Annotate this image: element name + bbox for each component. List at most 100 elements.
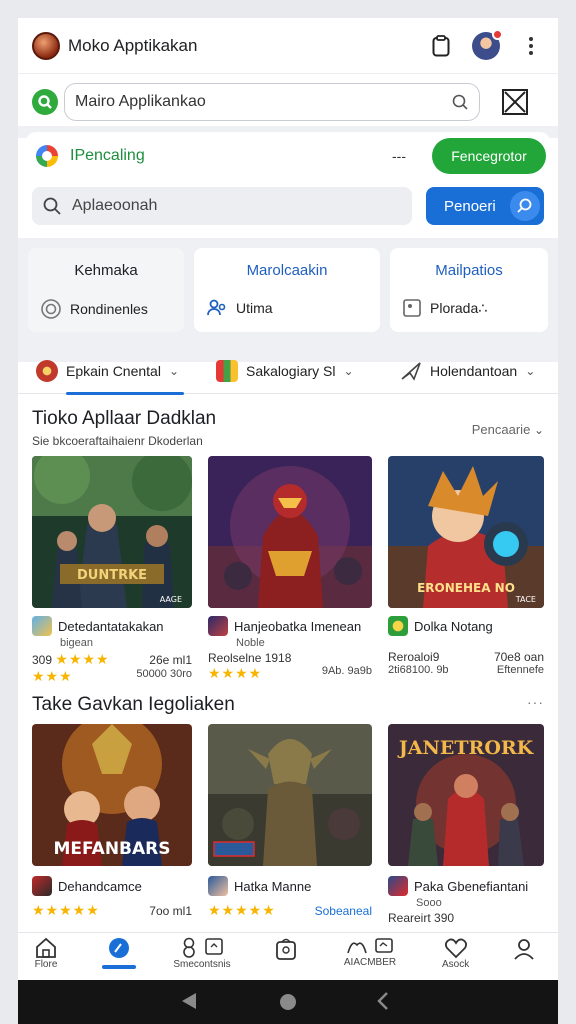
bottom-navigation: Flore Smecontsnis AIACMBER Asock — [18, 932, 558, 980]
back-triangle-icon[interactable] — [180, 992, 198, 1015]
app-card-image[interactable] — [208, 456, 372, 608]
app-card-info: Dolka Notang Reroaloi9 70e8 oan 2ti68100.… — [388, 616, 544, 676]
more-vert-icon[interactable] — [518, 33, 544, 59]
top-bar: Moko Apptikakan — [18, 18, 558, 74]
app-screen: Moko Apptikakan Mairo Applikankao IPenca… — [18, 18, 558, 980]
app-name[interactable]: Dehandcamce — [58, 879, 142, 894]
tile-sub: Plorada∴ — [430, 299, 488, 316]
star-rating-icon: ★★★ — [32, 668, 73, 684]
nav-profile[interactable] — [512, 937, 536, 961]
search-input[interactable]: Mairo Applikankao — [64, 83, 480, 121]
app-extra: 50000 30ro — [136, 668, 192, 680]
app-card-image[interactable]: JANETRORK — [388, 724, 544, 866]
app-card-image[interactable]: ERONEHEA NO TACE — [388, 456, 544, 608]
image-icon — [403, 299, 421, 317]
star-rating-icon: ★★★★★ — [208, 902, 276, 918]
nav-library[interactable] — [274, 937, 298, 961]
app-developer: Noble — [236, 637, 265, 649]
app-icon — [208, 876, 228, 896]
app-card-image[interactable] — [208, 724, 372, 866]
chat-icon — [375, 938, 393, 953]
section-title: Take Gavkan Iegoliaken — [32, 694, 235, 715]
nav-apps[interactable] — [106, 937, 132, 961]
tile-title: Marolcaakin — [246, 262, 328, 279]
promo-search-button[interactable]: Penoeri — [426, 187, 544, 225]
app-card-info: Hanjeobatka Imenean Noble Reolselne 1918… — [208, 616, 372, 681]
see-more-label: Pencaarie — [471, 422, 531, 437]
category-tile-1[interactable]: Kehmaka Rondinenles — [28, 248, 184, 332]
app-extra-right: 9Ab. 9a9b — [321, 665, 372, 677]
app-name[interactable]: Paka Gbenefiantani — [414, 879, 528, 894]
category-tile-3[interactable]: Mailpatios Plorada∴ — [390, 248, 548, 332]
app-card-info: Hatka Manne ★★★★★ Sobeaneal — [208, 876, 372, 936]
active-nav-indicator — [102, 965, 136, 969]
filter-chip-3[interactable]: Holendantoan ⌄ — [400, 348, 535, 394]
search-icon — [43, 197, 61, 215]
clipboard-icon[interactable] — [428, 33, 454, 59]
app-name[interactable]: Detedantatakakan — [58, 619, 164, 634]
nav-games[interactable]: AIACMBER — [340, 937, 400, 968]
nav-label: AIACMBER — [343, 957, 397, 968]
section-see-more-link[interactable]: Pencaarie ⌄ — [472, 422, 544, 437]
star-rating-icon: ★★★★ — [55, 651, 110, 667]
gamepad-icon — [347, 942, 367, 954]
heart-icon — [444, 938, 467, 959]
chevron-down-icon: ⌄ — [343, 364, 354, 378]
close-icon[interactable] — [502, 89, 528, 115]
card-badge: TACE — [515, 595, 536, 604]
app-name[interactable]: Dolka Notang — [414, 619, 493, 634]
chevron-down-icon: ⌄ — [168, 364, 180, 378]
search-logo-icon[interactable] — [32, 89, 58, 115]
chevron-down-icon: ⌄ — [533, 423, 544, 437]
filter-chip-1[interactable]: Epkain Cnental ⌄ — [36, 348, 179, 394]
app-card-info: Dehandcamce ★★★★★ 7oo ml1 — [32, 876, 192, 936]
category-tile-2[interactable]: Marolcaakin Utima — [194, 248, 380, 332]
filter-label: Epkain Cnental — [66, 363, 161, 379]
app-extra: Reroaloi9 — [388, 650, 440, 664]
app-name[interactable]: Hanjeobatka Imenean — [234, 619, 361, 634]
avatar[interactable] — [472, 28, 503, 60]
app-icon — [208, 616, 228, 636]
promo-search-button-label: Penoeri — [444, 197, 496, 215]
filter-chip-2[interactable]: Sakalogiary Sl ⌄ — [216, 348, 354, 394]
nav-favorites[interactable]: Asock — [442, 937, 469, 970]
app-card-info: Paka Gbenefiantani Sooo Reareirt 390 — [388, 876, 544, 936]
chevron-left-icon[interactable] — [376, 992, 390, 1015]
brand-icon — [36, 145, 58, 167]
app-developer: Sooo — [416, 897, 442, 909]
tile-sub: Utima — [236, 300, 273, 316]
promo-action-button[interactable]: Fencegrotor — [432, 138, 546, 174]
bag-icon — [276, 938, 296, 960]
search-icon — [510, 191, 540, 221]
app-card-info: Detedantatakakan bigean 309 ★★★★ 26e ml1 … — [32, 616, 192, 684]
app-icon — [388, 876, 408, 896]
promo-card: IPencaling --- Fencegrotor Aplaeoonah Pe… — [26, 132, 550, 242]
active-filter-indicator — [66, 392, 184, 395]
app-rating: 309 — [32, 653, 53, 667]
more-horiz-icon[interactable]: ··· — [527, 694, 544, 710]
nav-search[interactable]: Smecontsnis — [170, 937, 234, 970]
app-name[interactable]: Hatka Manne — [234, 879, 311, 894]
app-extra: Reolselne 1918 — [208, 651, 292, 665]
notification-dot — [492, 28, 503, 40]
card-art-title: JANETRORK — [397, 737, 535, 759]
app-title: Moko Apptikakan — [68, 35, 198, 55]
home-circle-icon[interactable] — [278, 992, 298, 1017]
apps-icon — [109, 938, 129, 958]
filter-label: Holendantoan — [430, 363, 518, 379]
search-icon[interactable] — [451, 93, 469, 111]
nav-label: Smecontsnis — [173, 959, 231, 970]
app-card-image[interactable]: DUNTRKE AAGE — [32, 456, 192, 608]
send-icon — [401, 362, 421, 381]
app-card-image[interactable]: MEFANBARS — [32, 724, 192, 866]
nav-home[interactable]: Flore — [34, 937, 58, 970]
app-downloads: 70e8 oan — [493, 650, 544, 664]
app-developer: bigean — [60, 637, 94, 649]
people-icon — [207, 299, 226, 316]
filter-label: Sakalogiary Sl — [246, 363, 336, 379]
promo-search-input[interactable]: Aplaeoonah — [32, 187, 412, 225]
person-icon — [514, 939, 534, 960]
home-icon — [36, 937, 56, 958]
radio-icon — [41, 299, 61, 319]
system-navigation-bar — [18, 980, 558, 1024]
